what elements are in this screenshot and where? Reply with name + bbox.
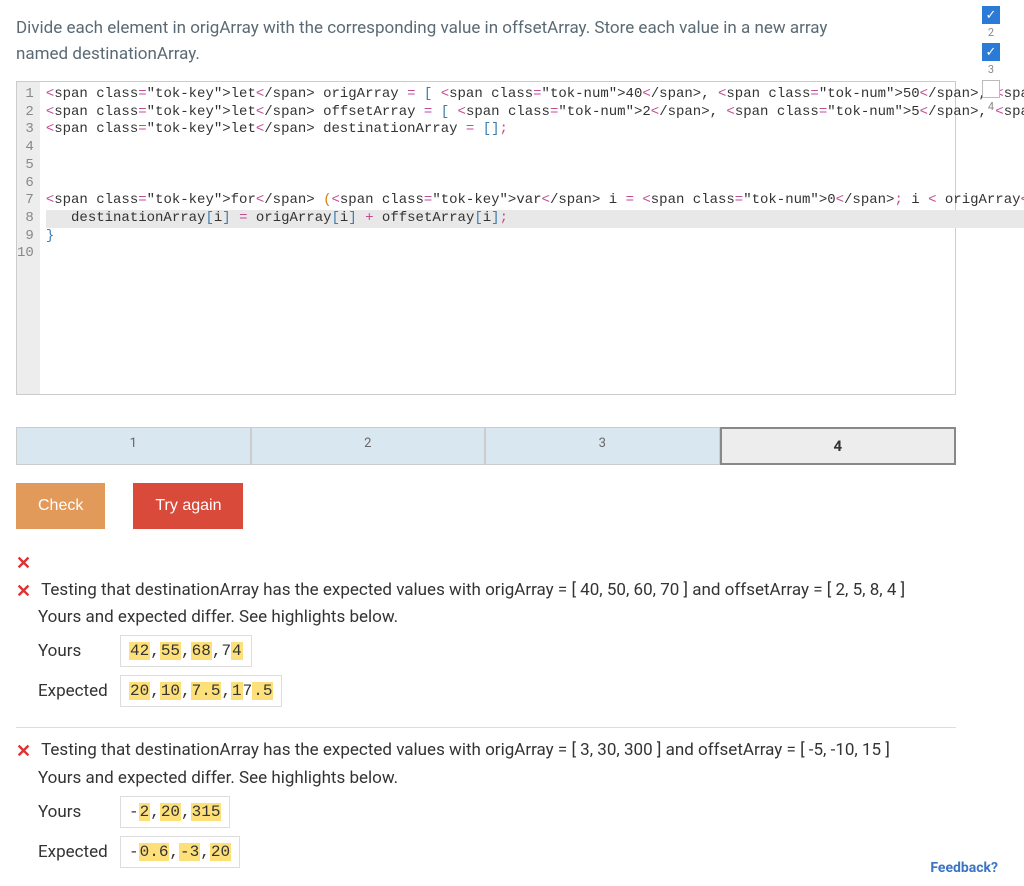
code-editor[interactable]: 12345678910 <span class="tok-key">let</s… xyxy=(16,81,956,395)
test-subtext: Yours and expected differ. See highlight… xyxy=(38,768,1008,788)
code-line[interactable] xyxy=(46,139,1024,157)
code-line[interactable] xyxy=(46,245,1024,263)
check-icon: ✓ xyxy=(982,6,1000,24)
value-box: -2,20,315 xyxy=(120,796,230,828)
code-line[interactable]: <span class="tok-key">let</span> offsetA… xyxy=(46,104,1024,122)
check-icon: ✓ xyxy=(982,43,1000,61)
progress-item[interactable]: ✓3 xyxy=(982,43,1000,76)
code-line[interactable]: <span class="tok-key">for</span> (<span … xyxy=(46,192,1024,210)
test-heading: Testing that destinationArray has the ex… xyxy=(41,740,890,760)
value-box: 42,55,68,74 xyxy=(120,635,252,667)
feedback-link[interactable]: Feedback? xyxy=(930,860,998,876)
line-number: 6 xyxy=(17,175,34,193)
test-heading: Testing that destinationArray has the ex… xyxy=(41,580,905,600)
line-number: 5 xyxy=(17,157,34,175)
yours-label: Yours xyxy=(38,802,120,822)
value-box: 20,10,7.5,17.5 xyxy=(120,675,282,707)
test-subtext: Yours and expected differ. See highlight… xyxy=(38,607,1008,627)
line-number: 7 xyxy=(17,192,34,210)
line-number: 9 xyxy=(17,228,34,246)
line-number: 8 xyxy=(17,210,34,228)
line-number: 2 xyxy=(17,104,34,122)
progress-label: 3 xyxy=(988,63,994,76)
fail-icon: ✕ xyxy=(16,553,1008,574)
test-result: ✕ Testing that destinationArray has the e… xyxy=(16,740,1008,867)
code-line[interactable] xyxy=(46,175,1024,193)
check-button[interactable]: Check xyxy=(16,483,105,529)
line-number: 3 xyxy=(17,121,34,139)
expected-label: Expected xyxy=(38,842,120,862)
progress-item[interactable]: ✓2 xyxy=(982,6,1000,39)
progress-sidebar: ✓2✓34 xyxy=(982,6,1000,113)
code-line[interactable] xyxy=(46,157,1024,175)
code-line[interactable]: <span class="tok-key">let</span> destina… xyxy=(46,121,1024,139)
code-line[interactable]: destinationArray[i] = origArray[i] + off… xyxy=(46,210,1024,228)
code-line[interactable]: <span class="tok-key">let</span> origArr… xyxy=(46,86,1024,104)
step-tab-2[interactable]: 2 xyxy=(251,427,486,465)
fail-icon: ✕ xyxy=(16,580,31,603)
action-buttons: Check Try again xyxy=(16,483,1008,529)
progress-item[interactable]: 4 xyxy=(982,80,1000,113)
divider xyxy=(16,727,956,728)
yours-label: Yours xyxy=(38,641,120,661)
code-line[interactable]: } xyxy=(46,228,1024,246)
unchecked-icon xyxy=(982,80,1000,98)
code-area[interactable]: <span class="tok-key">let</span> origArr… xyxy=(40,82,1024,394)
progress-label: 2 xyxy=(988,26,994,39)
step-tabs: 1234 xyxy=(16,427,956,465)
line-number: 4 xyxy=(17,139,34,157)
fail-icon: ✕ xyxy=(16,740,31,763)
try-again-button[interactable]: Try again xyxy=(133,483,243,529)
step-tab-3[interactable]: 3 xyxy=(485,427,720,465)
value-box: -0.6,-3,20 xyxy=(120,836,240,868)
line-gutter: 12345678910 xyxy=(17,82,40,394)
step-tab-4[interactable]: 4 xyxy=(720,427,957,465)
test-result: ✕ Testing that destinationArray has the e… xyxy=(16,580,1008,707)
step-tab-1[interactable]: 1 xyxy=(16,427,251,465)
line-number: 1 xyxy=(17,86,34,104)
exercise-prompt: Divide each element in origArray with th… xyxy=(16,16,876,67)
line-number: 10 xyxy=(17,245,34,263)
expected-label: Expected xyxy=(38,681,120,701)
progress-label: 4 xyxy=(988,100,994,113)
